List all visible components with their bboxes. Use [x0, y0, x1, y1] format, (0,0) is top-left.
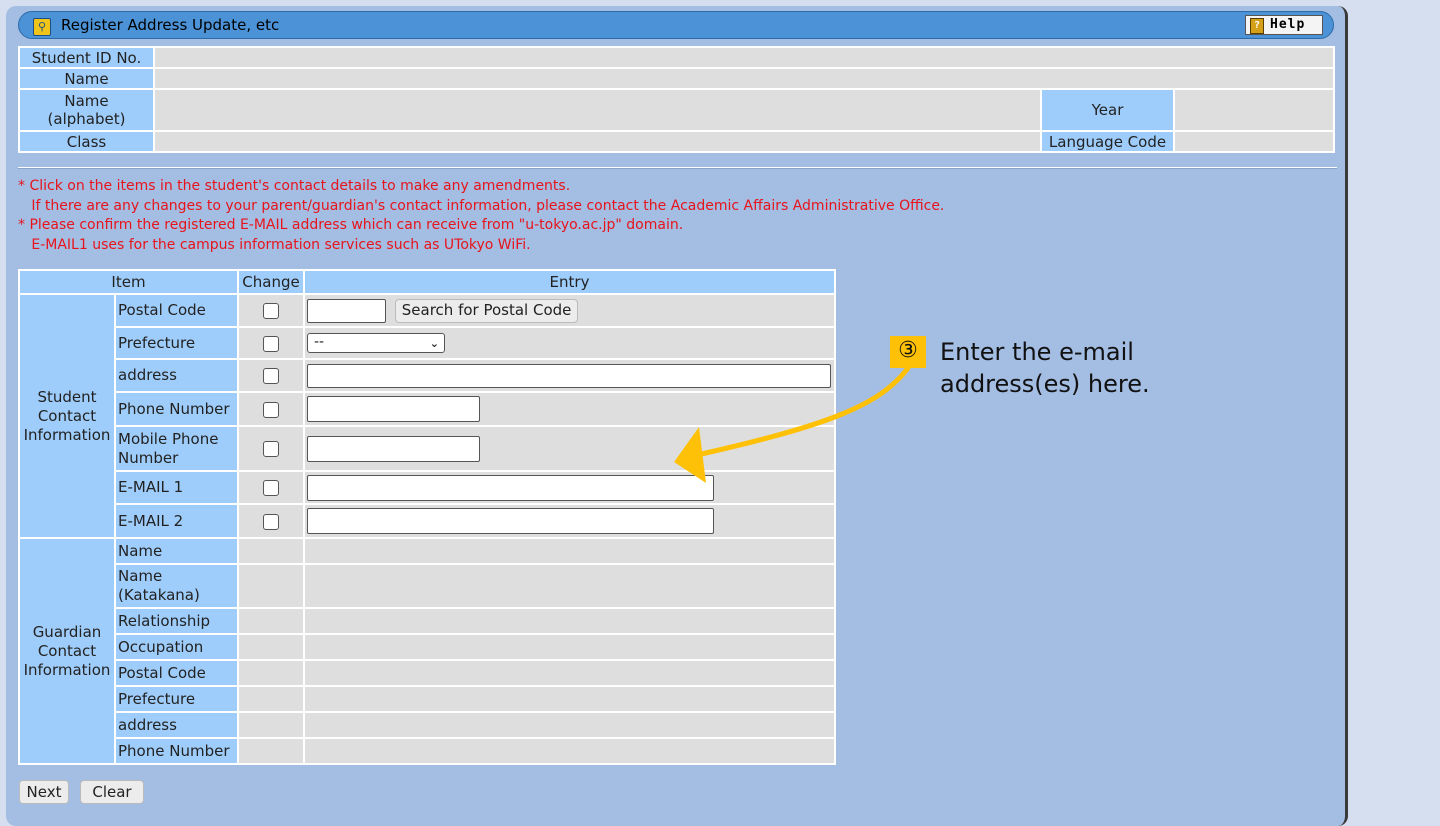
contact-table: Item Change Entry Student Contact Inform… [18, 269, 836, 765]
change-checkbox-address[interactable] [263, 368, 279, 384]
guardian-item-occupation: Occupation [114, 633, 239, 661]
annotation-text-line2: address(es) here. [940, 370, 1150, 398]
group-label-line: Information [23, 425, 111, 444]
phone-number-input[interactable] [307, 396, 480, 422]
window-title: Register Address Update, etc [61, 16, 280, 34]
student-info-table: Student ID No. Name Name (alphabet) Year… [18, 46, 1335, 153]
item-phone-number: Phone Number [114, 391, 239, 427]
guardian-contact-group-label: Guardian Contact Information [18, 537, 116, 765]
change-checkbox-postal-code[interactable] [263, 303, 279, 319]
chevron-down-icon: ⌄ [429, 337, 439, 350]
email2-input[interactable] [307, 508, 714, 534]
prefecture-select[interactable]: -- ⌄ [307, 333, 445, 353]
email1-input[interactable] [307, 474, 714, 501]
address-input[interactable] [307, 363, 831, 388]
help-button[interactable]: ? Help [1245, 15, 1323, 35]
guardian-entry-cell [303, 607, 836, 635]
next-button[interactable]: Next [19, 780, 69, 804]
change-checkbox-mobile[interactable] [263, 441, 279, 457]
guardian-change-cell [237, 633, 305, 661]
section-divider [18, 167, 1337, 169]
postal-code-input[interactable] [307, 298, 386, 323]
header-change: Change [237, 269, 305, 295]
guardian-item-name: Name [114, 537, 239, 565]
help-book-icon: ? [1250, 18, 1264, 34]
clear-button[interactable]: Clear [80, 780, 144, 804]
item-email2: E-MAIL 2 [114, 503, 239, 539]
guardian-change-cell [237, 685, 305, 713]
item-mobile-phone-line2: Number [118, 448, 179, 467]
language-code-label: Language Code [1040, 130, 1175, 153]
name-label: Name [18, 67, 155, 90]
name-alphabet-label-line2: (alphabet) [47, 110, 126, 128]
item-mobile-phone-line1: Mobile Phone [118, 429, 219, 448]
header-item: Item [18, 269, 239, 295]
help-label: Help [1270, 17, 1306, 32]
class-label: Class [18, 130, 155, 153]
name-alphabet-label-line1: Name [64, 92, 109, 110]
item-address: address [114, 358, 239, 393]
guardian-change-cell [237, 607, 305, 635]
guardian-entry-cell [303, 563, 836, 609]
year-value [1173, 88, 1335, 132]
change-checkbox-phone[interactable] [263, 401, 279, 418]
item-prefecture: Prefecture [114, 326, 239, 360]
guardian-item-name-katakana-line1: Name [118, 567, 163, 585]
guardian-item-postal-code: Postal Code [114, 659, 239, 687]
name-alphabet-label: Name (alphabet) [18, 88, 155, 132]
guardian-item-name-katakana-line2: (Katakana) [118, 586, 200, 604]
search-postal-code-button[interactable]: Search for Postal Code [394, 298, 579, 323]
language-code-value [1173, 130, 1335, 153]
guardian-entry-cell [303, 659, 836, 687]
student-contact-group-label: Student Contact Information [18, 293, 116, 539]
note-line: * Please confirm the registered E-MAIL a… [18, 217, 684, 233]
note-line: E-MAIL1 uses for the campus information … [18, 236, 531, 253]
item-mobile-phone: Mobile Phone Number [114, 425, 239, 472]
prefecture-select-value: -- [314, 334, 325, 350]
guardian-item-prefecture: Prefecture [114, 685, 239, 713]
user-app-icon: ⚲ [33, 18, 51, 36]
guardian-change-cell [237, 659, 305, 687]
guardian-entry-cell [303, 537, 836, 565]
guardian-item-name-katakana: Name (Katakana) [114, 563, 239, 609]
guardian-entry-cell [303, 633, 836, 661]
group-label-line: Contact [37, 406, 97, 425]
header-entry: Entry [303, 269, 836, 295]
name-alphabet-value [153, 88, 1042, 132]
guardian-change-cell [237, 537, 305, 565]
guardian-change-cell [237, 563, 305, 609]
year-label: Year [1040, 88, 1175, 132]
annotation-step-number: ③ [890, 336, 926, 368]
guardian-entry-cell [303, 685, 836, 713]
guardian-entry-cell [303, 737, 836, 765]
guardian-item-address: address [114, 711, 239, 739]
guardian-change-cell [237, 737, 305, 765]
group-label-line: Information [23, 660, 111, 679]
note-line: * Click on the items in the student's co… [18, 178, 571, 194]
note-line: If there are any changes to your parent/… [18, 197, 945, 214]
annotation-text: Enter the e-mail address(es) here. [940, 336, 1150, 400]
change-checkbox-email2[interactable] [263, 513, 279, 530]
guardian-change-cell [237, 711, 305, 739]
item-postal-code: Postal Code [114, 293, 239, 328]
annotation-text-line1: Enter the e-mail [940, 338, 1134, 366]
item-email1: E-MAIL 1 [114, 470, 239, 505]
group-label-line: Student [37, 387, 97, 406]
change-checkbox-prefecture[interactable] [263, 335, 279, 352]
guardian-item-relationship: Relationship [114, 607, 239, 635]
student-id-value [153, 46, 1335, 69]
name-value [153, 67, 1335, 90]
window-titlebar: ⚲ Register Address Update, etc ? Help [18, 11, 1334, 39]
group-label-line: Contact [37, 641, 97, 660]
change-checkbox-email1[interactable] [263, 480, 279, 496]
guardian-item-phone-number: Phone Number [114, 737, 239, 765]
group-label-line: Guardian [32, 622, 102, 641]
mobile-phone-input[interactable] [307, 435, 480, 462]
class-value [153, 130, 1042, 153]
instruction-notes: * Click on the items in the student's co… [18, 177, 944, 255]
guardian-entry-cell [303, 711, 836, 739]
student-id-label: Student ID No. [18, 46, 155, 69]
